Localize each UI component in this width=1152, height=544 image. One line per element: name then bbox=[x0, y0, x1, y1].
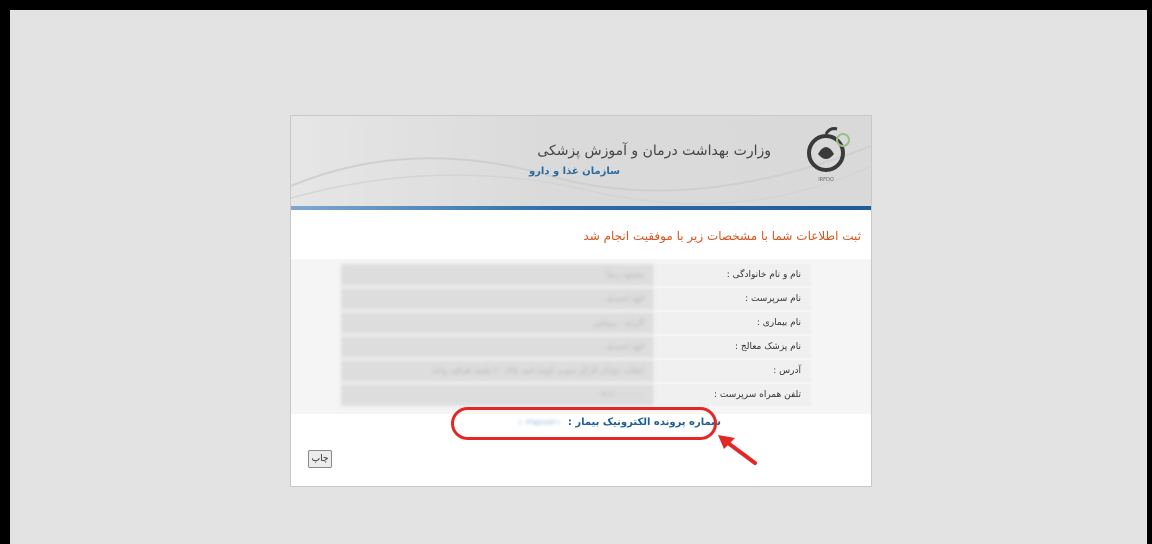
annotation-arrow-icon bbox=[718, 435, 757, 465]
ministry-logo-icon: IRFDO bbox=[807, 127, 850, 183]
info-row-value: آلرژی - پروتئین bbox=[341, 312, 654, 334]
ministry-title: وزارت بهداشت درمان و آموزش پزشکی bbox=[537, 143, 771, 159]
info-row-value: الهه احمدی bbox=[341, 336, 654, 358]
info-row-value: انقلاب خیابان کارگر جنوبی کوچه امید پلاک… bbox=[341, 360, 654, 382]
info-row-label: نام بیماری : bbox=[656, 312, 811, 334]
info-row-value: الهه احمدی bbox=[341, 288, 654, 310]
info-row-disease-name: نام بیماری : آلرژی - پروتئین bbox=[341, 312, 811, 334]
info-row-label: آدرس : bbox=[656, 360, 811, 382]
info-row-value: ۰۹۱۲۰۰۰۰۰۰۰ bbox=[341, 384, 654, 406]
info-row-guardian-name: نام سرپرست : الهه احمدی bbox=[341, 288, 811, 310]
annotation-highlight-oval bbox=[451, 407, 717, 440]
info-row-value: محمود رضا bbox=[341, 264, 654, 286]
info-row-label: تلفن همراه سرپرست : bbox=[656, 384, 811, 406]
success-message: ثبت اطلاعات شما با مشخصات زیر با موفقیت … bbox=[583, 229, 861, 243]
header-divider bbox=[291, 206, 871, 210]
info-row-label: نام پزشک معالج : bbox=[656, 336, 811, 358]
print-button[interactable]: چاپ bbox=[308, 450, 332, 468]
header-decoration bbox=[291, 145, 871, 205]
svg-text:IRFDO: IRFDO bbox=[818, 177, 834, 183]
info-row-guardian-mobile: تلفن همراه سرپرست : ۰۹۱۲۰۰۰۰۰۰۰ bbox=[341, 384, 811, 406]
info-row-label: نام و نام خانوادگی : bbox=[656, 264, 811, 286]
info-row-physician-name: نام پزشک معالج : الهه احمدی bbox=[341, 336, 811, 358]
patient-info-table: نام و نام خانوادگی : محمود رضا نام سرپرس… bbox=[291, 259, 871, 414]
page-header: IRFDO وزارت بهداشت درمان و آموزش پزشکی س… bbox=[291, 116, 871, 206]
info-row-label: نام سرپرست : bbox=[656, 288, 811, 310]
info-row-address: آدرس : انقلاب خیابان کارگر جنوبی کوچه ام… bbox=[341, 360, 811, 382]
organization-subtitle: سازمان غذا و دارو bbox=[528, 166, 620, 177]
info-row-full-name: نام و نام خانوادگی : محمود رضا bbox=[341, 264, 811, 286]
